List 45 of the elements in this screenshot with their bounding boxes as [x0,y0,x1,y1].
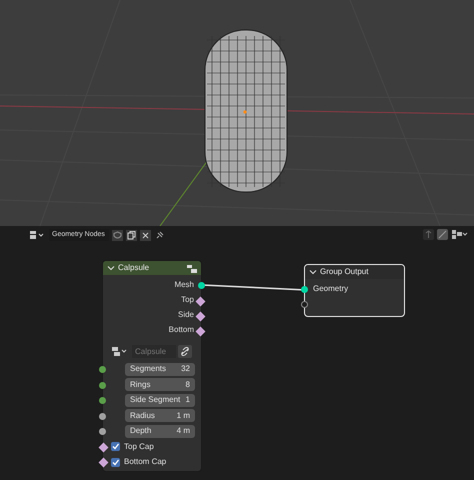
socket[interactable] [99,428,106,435]
socket[interactable] [301,286,308,293]
shield-icon[interactable] [112,230,123,240]
socket[interactable] [196,326,206,336]
link-icon[interactable] [178,345,192,358]
checkbox-label: Top Cap [124,442,154,452]
socket[interactable] [99,412,106,420]
chevron-icon[interactable] [309,268,317,276]
node-tree-icon[interactable] [30,230,46,240]
close-icon[interactable] [140,230,151,240]
input-label: Geometry [313,284,348,294]
socket[interactable] [196,311,206,321]
node[interactable]: Group Output Geometry [304,264,405,317]
duplicate-icon[interactable] [126,230,137,240]
checkbox-label: Bottom Cap [124,457,166,467]
node-title: Calpsule [118,262,150,274]
layout-icon[interactable] [451,229,468,240]
pin-icon[interactable] [154,230,165,240]
output-label: Top [181,295,194,305]
number-field[interactable]: Segments 32 [125,362,195,376]
node-title: Group Output [320,266,370,278]
output-label: Bottom [168,325,194,335]
snap-icon[interactable] [437,229,448,240]
number-field[interactable]: Rings 8 [125,378,195,391]
node-header[interactable]: Group Output [305,265,404,279]
socket[interactable] [198,282,205,288]
checkbox[interactable] [111,458,120,466]
socket[interactable] [99,397,106,404]
overlay-icon[interactable] [423,229,434,240]
datablock-field[interactable]: Calpsule [132,345,176,358]
output-label: Mesh [174,280,194,290]
checkbox[interactable] [111,442,120,451]
number-field[interactable]: Depth 4 m [125,424,195,438]
chevron-icon[interactable] [107,264,115,272]
node-header[interactable]: Calpsule [103,261,201,275]
socket[interactable] [98,442,108,452]
socket[interactable] [98,458,108,468]
number-field[interactable]: Radius 1 m [125,409,195,422]
socket[interactable] [196,296,206,306]
number-field[interactable]: Side Segment 1 [125,394,195,406]
socket[interactable] [301,301,308,308]
node-tree-icon [187,264,197,272]
socket[interactable] [99,366,106,373]
socket[interactable] [99,382,106,388]
output-label: Side [178,310,194,320]
